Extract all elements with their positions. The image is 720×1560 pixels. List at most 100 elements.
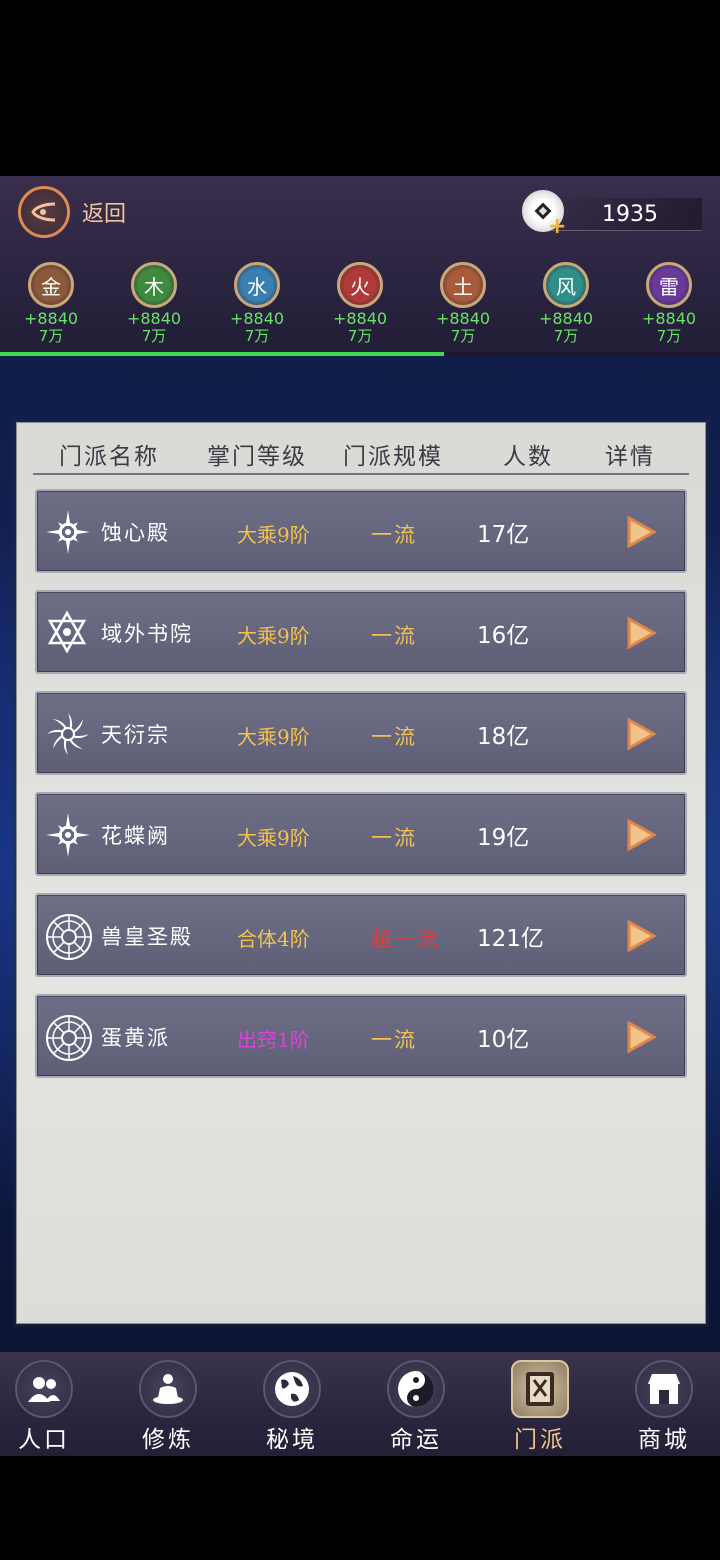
compass-sigil-icon <box>45 913 92 960</box>
nav-item-4[interactable]: 门派 <box>490 1360 590 1454</box>
element-bonus: +8840 <box>229 309 285 328</box>
element-bonus: +8840 <box>332 309 388 328</box>
sect-row[interactable]: 域外书院 大乘9阶 一流 16亿 <box>35 590 687 674</box>
master-level: 大乘9阶 <box>237 624 310 648</box>
currency-value: 1935 <box>602 202 658 227</box>
sect-list-panel: 门派名称 掌门等级 门派规模 人数 详情 蚀心殿 大乘9阶 一流 17亿 域外书院 大乘9… <box>16 422 706 1324</box>
element-amount: 7万 <box>656 327 682 345</box>
play-arrow-icon[interactable] <box>625 818 658 852</box>
master-level: 出窍1阶 <box>237 1028 310 1052</box>
element-0[interactable]: 金 +8840 7万 <box>6 262 96 344</box>
progress-track <box>0 352 720 356</box>
play-arrow-icon[interactable] <box>625 717 658 751</box>
header-member-count: 人数 <box>503 444 553 470</box>
header-sect-name: 门派名称 <box>59 444 159 470</box>
header-sect-scale: 门派规模 <box>343 444 443 470</box>
play-arrow-icon[interactable] <box>625 1020 658 1054</box>
element-amount: 7万 <box>141 327 167 345</box>
element-bonus: +8840 <box>538 309 594 328</box>
master-level: 大乘9阶 <box>237 826 310 850</box>
sect-book-icon <box>511 1360 569 1418</box>
element-amount: 7万 <box>553 327 579 345</box>
nav-label: 商城 <box>638 1427 690 1453</box>
member-count: 10亿 <box>477 1027 530 1053</box>
back-label: 返回 <box>82 202 127 227</box>
nav-item-5[interactable]: 商城 <box>614 1360 714 1454</box>
people-icon <box>15 1360 73 1418</box>
sect-scale: 超一流 <box>371 927 440 951</box>
sect-row[interactable]: 兽皇圣殿 合体4阶 超一流 121亿 <box>35 893 687 977</box>
element-badge: 雷 <box>646 262 692 308</box>
element-6[interactable]: 雷 +8840 7万 <box>624 262 714 344</box>
nav-item-3[interactable]: 命运 <box>366 1360 466 1454</box>
element-amount: 7万 <box>38 327 64 345</box>
sun-sigil-icon <box>45 812 90 857</box>
element-3[interactable]: 火 +8840 7万 <box>315 262 405 344</box>
element-4[interactable]: 土 +8840 7万 <box>418 262 508 344</box>
element-5[interactable]: 风 +8840 7万 <box>521 262 611 344</box>
header-details: 详情 <box>605 444 655 470</box>
master-level: 合体4阶 <box>237 927 310 951</box>
sect-scale: 一流 <box>371 523 417 547</box>
element-1[interactable]: 木 +8840 7万 <box>109 262 199 344</box>
sect-screen: 返回 1935 + 金 +8840 7万木 +8840 7万水 +8840 7万火 +8840… <box>0 176 720 1456</box>
currency-display[interactable]: 1935 + <box>522 190 706 239</box>
hexagram-icon <box>45 610 89 654</box>
header-master-level: 掌门等级 <box>207 444 307 470</box>
sect-name: 花蝶阙 <box>101 824 170 848</box>
sect-name: 兽皇圣殿 <box>101 925 193 949</box>
element-badge: 土 <box>440 262 486 308</box>
play-arrow-icon[interactable] <box>625 515 658 549</box>
member-count: 18亿 <box>477 724 530 750</box>
back-button[interactable]: 返回 <box>18 186 126 238</box>
member-count: 17亿 <box>477 522 530 548</box>
nav-label: 门派 <box>514 1427 566 1453</box>
sect-row[interactable]: 蚀心殿 大乘9阶 一流 17亿 <box>35 489 687 573</box>
sun-sigil-icon <box>45 509 90 554</box>
sect-scale: 一流 <box>371 826 417 850</box>
bottom-nav: 人口 修炼 秘境 命运 门派 商城 <box>0 1352 720 1456</box>
nav-item-1[interactable]: 修炼 <box>118 1360 218 1454</box>
top-bar: 返回 1935 + 金 +8840 7万木 +8840 7万水 +8840 7万火 +8840… <box>0 176 720 356</box>
sect-row[interactable]: 天衍宗 大乘9阶 一流 18亿 <box>35 691 687 775</box>
sect-row[interactable]: 花蝶阙 大乘9阶 一流 19亿 <box>35 792 687 876</box>
member-count: 16亿 <box>477 623 530 649</box>
sect-name: 域外书院 <box>101 622 193 646</box>
nav-item-0[interactable]: 人口 <box>0 1360 94 1454</box>
element-badge: 木 <box>131 262 177 308</box>
element-bonus: +8840 <box>435 309 491 328</box>
sect-row[interactable]: 蛋黄派 出窍1阶 一流 10亿 <box>35 994 687 1078</box>
sect-name: 蚀心殿 <box>101 521 170 545</box>
master-level: 大乘9阶 <box>237 523 310 547</box>
element-bonus: +8840 <box>641 309 697 328</box>
element-amount: 7万 <box>244 327 270 345</box>
master-level: 大乘9阶 <box>237 725 310 749</box>
element-badge: 风 <box>543 262 589 308</box>
element-bar: 金 +8840 7万木 +8840 7万水 +8840 7万火 +8840 7万土 +8840 7万… <box>0 262 720 348</box>
member-count: 19亿 <box>477 825 530 851</box>
nav-item-2[interactable]: 秘境 <box>242 1360 342 1454</box>
yin-yang-icon <box>387 1360 445 1418</box>
member-count: 121亿 <box>477 926 544 952</box>
header-divider <box>33 473 689 475</box>
sect-scale: 一流 <box>371 624 417 648</box>
sect-name: 天衍宗 <box>101 723 170 747</box>
add-currency-icon[interactable]: + <box>548 214 566 239</box>
play-arrow-icon[interactable] <box>625 616 658 650</box>
element-bonus: +8840 <box>126 309 182 328</box>
sect-name: 蛋黄派 <box>101 1026 170 1050</box>
progress-fill <box>0 352 445 356</box>
nav-label: 命运 <box>390 1427 442 1453</box>
sect-scale: 一流 <box>371 1028 417 1052</box>
nav-label: 秘境 <box>266 1427 318 1453</box>
globe-icon <box>263 1360 321 1418</box>
shop-icon <box>635 1360 693 1418</box>
element-badge: 火 <box>337 262 383 308</box>
table-header: 门派名称 掌门等级 门派规模 人数 详情 <box>17 437 705 473</box>
element-amount: 7万 <box>450 327 476 345</box>
nav-label: 人口 <box>18 1427 70 1453</box>
play-arrow-icon[interactable] <box>625 919 658 953</box>
element-amount: 7万 <box>347 327 373 345</box>
element-2[interactable]: 水 +8840 7万 <box>212 262 302 344</box>
element-bonus: +8840 <box>23 309 79 328</box>
